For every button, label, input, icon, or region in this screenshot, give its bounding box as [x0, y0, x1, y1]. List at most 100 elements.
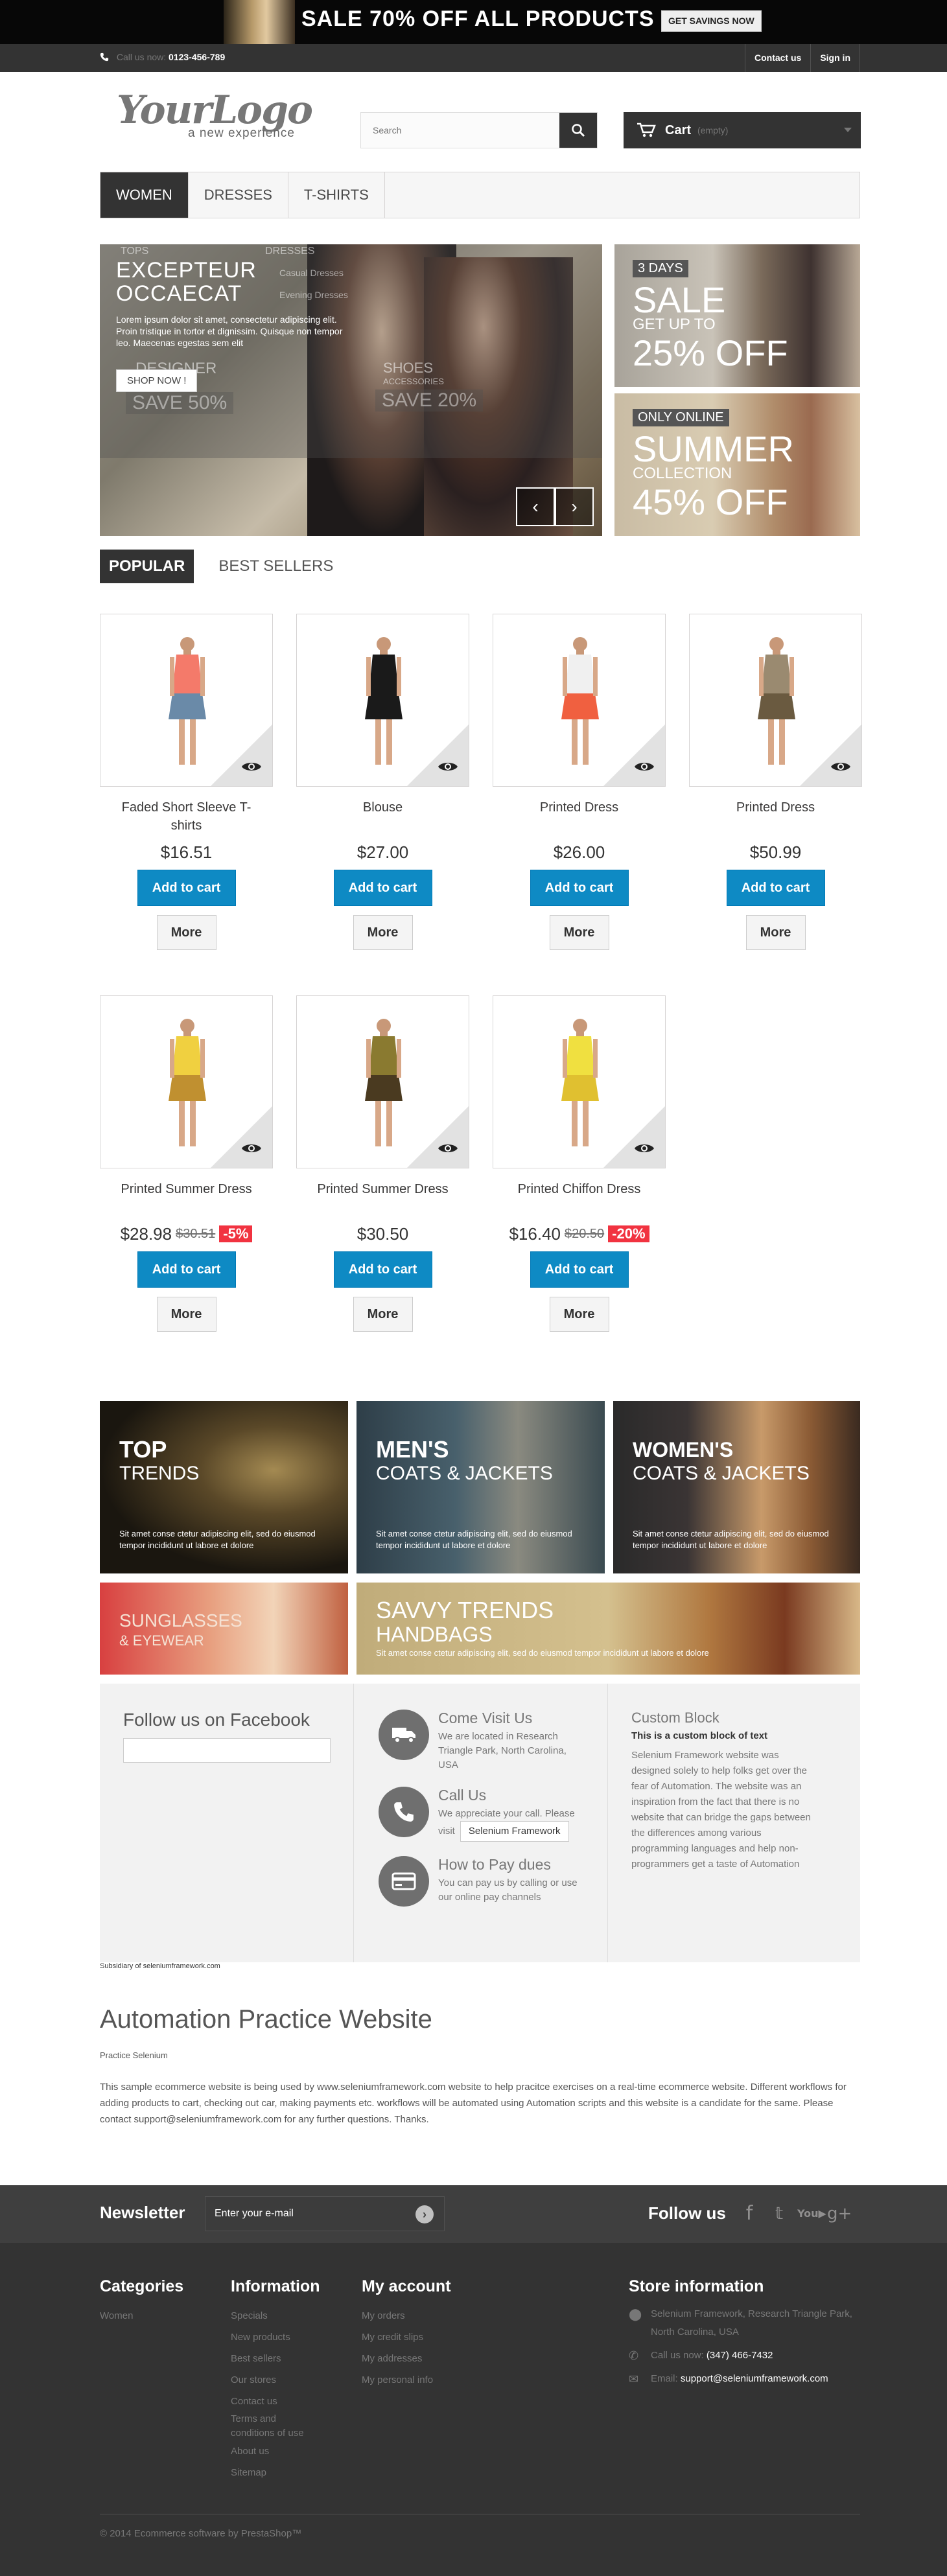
cart-label: Cart [665, 122, 692, 137]
banner-mens-coats[interactable]: MEN'S COATS & JACKETS Sit amet conse cte… [357, 1401, 605, 1573]
promo2-big2: 45% OFF [633, 482, 788, 522]
footer-account-link[interactable]: My orders [362, 2305, 451, 2327]
facebook-icon[interactable]: f [738, 2199, 761, 2228]
product-price-row: $50.99 [689, 841, 862, 863]
banner4-subtitle: & EYEWEAR [119, 1632, 204, 1649]
slider-prev-button[interactable]: ‹ [516, 487, 555, 526]
shop-now-button[interactable]: SHOP NOW ! [116, 369, 198, 392]
footer-account-link[interactable]: My addresses [362, 2348, 451, 2369]
product-name[interactable]: Printed Summer Dress [100, 1180, 273, 1219]
more-button[interactable]: More [156, 915, 216, 950]
footer-account-link[interactable]: My personal info [362, 2369, 451, 2391]
add-to-cart-button[interactable]: Add to cart [333, 1251, 432, 1288]
banner-handbags[interactable]: SAVVY TRENDS HANDBAGS Sit amet conse cte… [357, 1583, 860, 1675]
eye-icon[interactable] [438, 1142, 458, 1155]
footer-info-link[interactable]: Specials [231, 2305, 320, 2327]
product-card[interactable]: Faded Short Sleeve T-shirts $16.51 Add t… [100, 614, 273, 950]
product-card[interactable]: Printed Summer Dress $28.98 $30.51 -5% A… [100, 995, 273, 1332]
product-image[interactable] [493, 995, 666, 1168]
contact-us-link[interactable]: Contact us [744, 44, 810, 72]
eye-icon[interactable] [241, 760, 262, 773]
banner-womens-coats[interactable]: WOMEN'S COATS & JACKETS Sit amet conse c… [613, 1401, 860, 1573]
product-image[interactable] [100, 614, 273, 787]
store-email[interactable]: support@seleniumframework.com [681, 2373, 828, 2384]
footer-info-link[interactable]: Best sellers [231, 2348, 320, 2369]
banner-sunglasses[interactable]: SUNGLASSES & EYEWEAR [100, 1583, 348, 1675]
tab-best-sellers[interactable]: BEST SELLERS [209, 550, 342, 583]
newsletter-submit-button[interactable]: › [415, 2205, 434, 2223]
footer-link-women[interactable]: Women [100, 2305, 183, 2327]
menu-item-women[interactable]: WOMEN [100, 172, 189, 218]
search-button[interactable] [559, 113, 597, 148]
product-card[interactable]: Printed Dress $50.99 Add to cart More [689, 614, 862, 950]
tab-popular[interactable]: POPULAR [100, 550, 194, 583]
product-image[interactable] [493, 614, 666, 787]
product-image[interactable] [100, 995, 273, 1168]
footer-info-link[interactable]: Contact us [231, 2391, 320, 2412]
store-info-title: Store information [629, 2277, 764, 2295]
product-name[interactable]: Printed Chiffon Dress [493, 1180, 666, 1219]
product-name[interactable]: Blouse [296, 798, 469, 837]
footer-info-link[interactable]: conditions of use [231, 2426, 320, 2441]
twitter-icon[interactable]: 𝕥 [767, 2199, 791, 2228]
menu-item-tshirts[interactable]: T-SHIRTS [288, 172, 385, 218]
product-card[interactable]: Printed Summer Dress $30.50 Add to cart … [296, 995, 469, 1332]
banner-sale-text: SALE 70% OFF ALL PRODUCTS [301, 6, 655, 31]
search-input[interactable] [361, 113, 559, 148]
call-select[interactable]: Selenium Framework [460, 1821, 569, 1842]
footer-account-link[interactable]: My credit slips [362, 2327, 451, 2348]
top-promo-banner[interactable]: SALE 70% OFF ALL PRODUCTS GET SAVINGS NO… [0, 0, 947, 44]
eye-icon[interactable] [830, 760, 851, 773]
more-button[interactable]: More [353, 1297, 413, 1332]
add-to-cart-button[interactable]: Add to cart [333, 870, 432, 906]
slider-heading: EXCEPTEUR OCCAECAT [116, 259, 257, 305]
banner5-title: SAVVY TRENDS [376, 1597, 554, 1623]
youtube-icon[interactable]: You▶ [797, 2199, 826, 2228]
footer-info-link[interactable]: Sitemap [231, 2462, 320, 2483]
add-to-cart-button[interactable]: Add to cart [726, 870, 825, 906]
promo-banner-sale[interactable]: 3 DAYS SALE GET UP TO 25% OFF [614, 244, 860, 387]
eye-icon[interactable] [241, 1142, 262, 1155]
promo-banner-summer[interactable]: ONLY ONLINE SUMMER COLLECTION 45% OFF [614, 393, 860, 536]
more-button[interactable]: More [156, 1297, 216, 1332]
product-name[interactable]: Faded Short Sleeve T-shirts [100, 798, 273, 837]
eye-icon[interactable] [634, 1142, 655, 1155]
product-card[interactable]: Printed Dress $26.00 Add to cart More [493, 614, 666, 950]
more-button[interactable]: More [353, 915, 413, 950]
product-image[interactable] [296, 995, 469, 1168]
eye-icon[interactable] [438, 760, 458, 773]
product-image[interactable] [296, 614, 469, 787]
eye-icon[interactable] [634, 760, 655, 773]
more-button[interactable]: More [745, 915, 806, 950]
product-image[interactable] [689, 614, 862, 787]
add-to-cart-button[interactable]: Add to cart [137, 870, 236, 906]
site-logo[interactable]: YourLogo a new experience [117, 91, 313, 143]
get-savings-button[interactable]: GET SAVINGS NOW [661, 10, 762, 32]
google-plus-icon[interactable]: g+ [827, 2199, 852, 2228]
product-model-figure [365, 1019, 403, 1146]
menu-item-dresses[interactable]: DRESSES [189, 172, 288, 218]
add-to-cart-button[interactable]: Add to cart [137, 1251, 236, 1288]
slider-next-button[interactable]: › [555, 487, 594, 526]
footer-info-link[interactable]: Terms and [231, 2412, 320, 2426]
banner-top-trends[interactable]: TOP TRENDS Sit amet conse ctetur adipisc… [100, 1401, 348, 1573]
product-name[interactable]: Printed Dress [493, 798, 666, 837]
cart-button[interactable]: Cart (empty) [624, 112, 861, 148]
more-button[interactable]: More [549, 1297, 609, 1332]
homepage-slider[interactable]: TOPS DRESSES Casual Dresses Evening Dres… [100, 244, 602, 536]
facebook-widget[interactable] [123, 1738, 331, 1763]
pay-text: You can pay us by calling or use our onl… [438, 1877, 578, 1903]
add-to-cart-button[interactable]: Add to cart [530, 870, 629, 906]
footer-info-link[interactable]: New products [231, 2327, 320, 2348]
product-name[interactable]: Printed Summer Dress [296, 1180, 469, 1219]
banner1-title: TOP [119, 1436, 167, 1463]
footer-info-link[interactable]: Our stores [231, 2369, 320, 2391]
more-button[interactable]: More [549, 915, 609, 950]
footer-info-link[interactable]: About us [231, 2441, 320, 2462]
newsletter-email-input[interactable]: Enter your e-mail [205, 2196, 445, 2231]
product-card[interactable]: Printed Chiffon Dress $16.40 $20.50 -20%… [493, 995, 666, 1332]
product-card[interactable]: Blouse $27.00 Add to cart More [296, 614, 469, 950]
product-name[interactable]: Printed Dress [689, 798, 862, 837]
sign-in-link[interactable]: Sign in [810, 44, 860, 72]
add-to-cart-button[interactable]: Add to cart [530, 1251, 629, 1288]
